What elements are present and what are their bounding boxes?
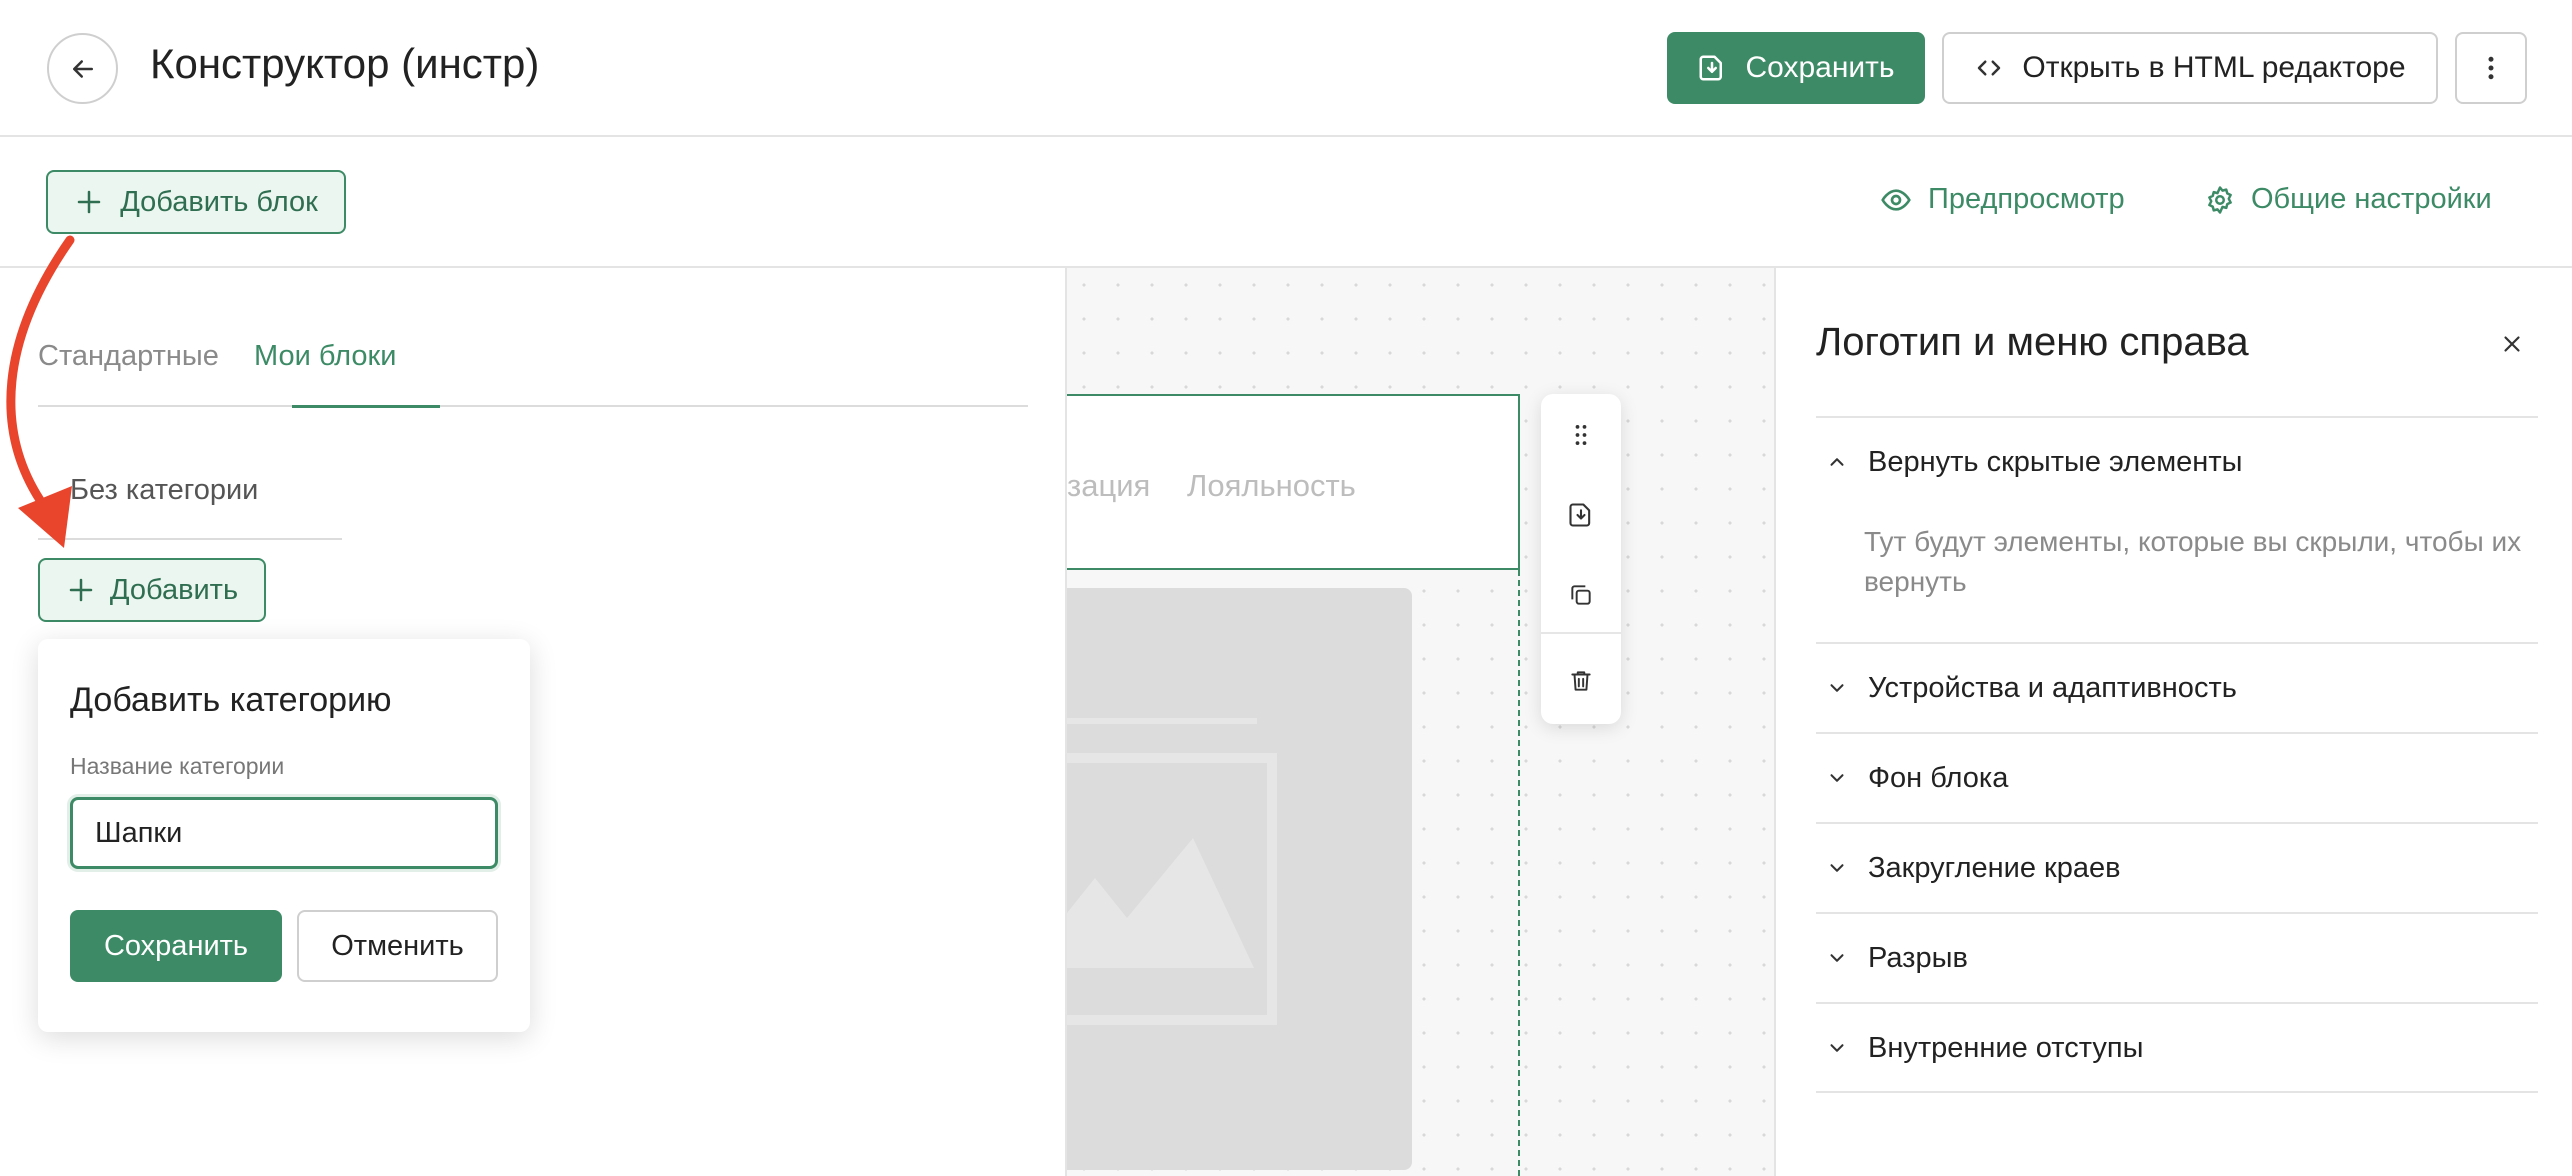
preview-link[interactable]: Предпросмотр xyxy=(1880,183,2125,216)
plus-icon xyxy=(77,190,101,214)
accordion-header[interactable]: Закругление краев xyxy=(1816,824,2538,912)
close-icon xyxy=(2504,336,2520,352)
open-html-editor-button[interactable]: Открыть в HTML редакторе xyxy=(1942,32,2438,104)
close-panel-button[interactable] xyxy=(2488,320,2536,368)
save-icon xyxy=(1569,503,1591,527)
chevron-down-icon xyxy=(1830,684,1844,692)
nav-item: зация xyxy=(1067,468,1151,503)
toolbar-divider xyxy=(1541,632,1621,634)
accordion-header[interactable]: Внутренние отступы xyxy=(1816,1004,2538,1092)
save-icon xyxy=(1699,55,1723,81)
popover-cancel-button[interactable]: Отменить xyxy=(297,910,498,982)
arrow-left-icon xyxy=(72,59,93,78)
nav-item: Лояльность xyxy=(1187,468,1356,503)
add-category-popover: Добавить категорию Название категории Со… xyxy=(38,639,530,1032)
add-block-label: Добавить блок xyxy=(120,185,318,218)
popover-title: Добавить категорию xyxy=(70,681,392,719)
top-header: Конструктор (инстр) Сохранить Открыть в … xyxy=(0,0,2572,137)
selected-header-block[interactable]: зация Лояльность xyxy=(1067,394,1520,570)
save-button-label: Сохранить xyxy=(1745,51,1895,84)
active-tab-indicator xyxy=(292,405,440,408)
save-button[interactable]: Сохранить xyxy=(1667,32,1925,104)
category-name-input[interactable] xyxy=(70,797,498,869)
delete-block-button[interactable] xyxy=(1541,650,1621,712)
accordion-label: Фон блока xyxy=(1868,761,2009,794)
accordion-header[interactable]: Фон блока xyxy=(1816,734,2538,822)
blocks-tabs: Стандартные Мои блоки xyxy=(38,268,1028,408)
category-name-label: Название категории xyxy=(70,753,285,779)
tab-standard[interactable]: Стандартные xyxy=(38,340,219,373)
image-placeholder[interactable] xyxy=(1067,588,1412,1170)
category-divider xyxy=(38,538,342,540)
code-icon xyxy=(1978,60,2001,76)
drag-handle-icon xyxy=(1575,424,1587,446)
page-title: Конструктор (инстр) xyxy=(150,40,540,87)
add-category-label: Добавить xyxy=(109,573,239,606)
editor-toolbar: Добавить блок Предпросмотр Общие настрой… xyxy=(0,137,2572,268)
accordion-label: Устройства и адаптивность xyxy=(1868,671,2237,704)
trash-icon xyxy=(1571,671,1591,691)
image-icon xyxy=(1067,718,1277,1025)
add-category-button[interactable]: Добавить xyxy=(38,558,266,622)
accordion-header[interactable]: Разрыв xyxy=(1816,914,2538,1002)
duplicate-block-button[interactable] xyxy=(1541,564,1621,626)
popover-save-button[interactable]: Сохранить xyxy=(70,910,282,982)
back-button[interactable] xyxy=(47,33,118,104)
accordion-section: Вернуть скрытые элементы Тут будут элеме… xyxy=(1816,416,2538,642)
tab-my-blocks[interactable]: Мои блоки xyxy=(254,340,396,373)
accordion-label: Внутренние отступы xyxy=(1868,1031,2144,1064)
accordion-label: Разрыв xyxy=(1868,941,1968,974)
general-settings-label: Общие настройки xyxy=(2251,183,2492,215)
accordion-label: Вернуть скрытые элементы xyxy=(1868,445,2243,478)
accordion-section: Фон блока xyxy=(1816,732,2538,822)
more-vertical-icon xyxy=(2488,56,2494,80)
block-settings-panel: Логотип и меню справа Вернуть скрытые эл… xyxy=(1774,268,2572,1176)
preview-label: Предпросмотр xyxy=(1928,183,2125,215)
eye-icon xyxy=(1881,188,1911,211)
accordion-body-text: Тут будут элементы, которые вы скрыли, ч… xyxy=(1864,526,2522,597)
accordion-section: Внутренние отступы xyxy=(1816,1002,2538,1092)
chevron-down-icon xyxy=(1830,774,1844,782)
accordion-bottom-divider xyxy=(1816,1091,2538,1093)
open-html-editor-label: Открыть в HTML редакторе xyxy=(2022,51,2406,84)
plus-icon xyxy=(69,578,93,602)
block-boundary-line xyxy=(1518,570,1520,1176)
category-item[interactable]: Без категории xyxy=(70,474,258,507)
general-settings-link[interactable]: Общие настройки xyxy=(2205,183,2492,216)
block-actions-toolbar xyxy=(1541,394,1621,724)
accordion-header[interactable]: Вернуть скрытые элементы xyxy=(1816,418,2538,506)
chevron-down-icon xyxy=(1830,954,1844,962)
add-block-button[interactable]: Добавить блок xyxy=(46,170,346,234)
more-options-button[interactable] xyxy=(2455,32,2527,104)
chevron-down-icon xyxy=(1830,1044,1844,1052)
accordion-label: Закругление краев xyxy=(1868,851,2121,884)
accordion-section: Разрыв xyxy=(1816,912,2538,1002)
blocks-panel: Стандартные Мои блоки Без категории Доба… xyxy=(0,268,1067,1176)
gear-icon xyxy=(2208,185,2232,214)
accordion-section: Закругление краев xyxy=(1816,822,2538,912)
copy-icon xyxy=(1571,585,1591,605)
chevron-down-icon xyxy=(1830,864,1844,872)
editor-canvas[interactable]: зация Лояльность xyxy=(1067,268,1774,1176)
chevron-up-icon xyxy=(1830,458,1844,466)
save-block-button[interactable] xyxy=(1541,484,1621,546)
accordion-header[interactable]: Устройства и адаптивность xyxy=(1816,644,2538,732)
settings-panel-title: Логотип и меню справа xyxy=(1816,320,2249,364)
drag-handle[interactable] xyxy=(1541,404,1621,466)
accordion-section: Устройства и адаптивность xyxy=(1816,642,2538,732)
